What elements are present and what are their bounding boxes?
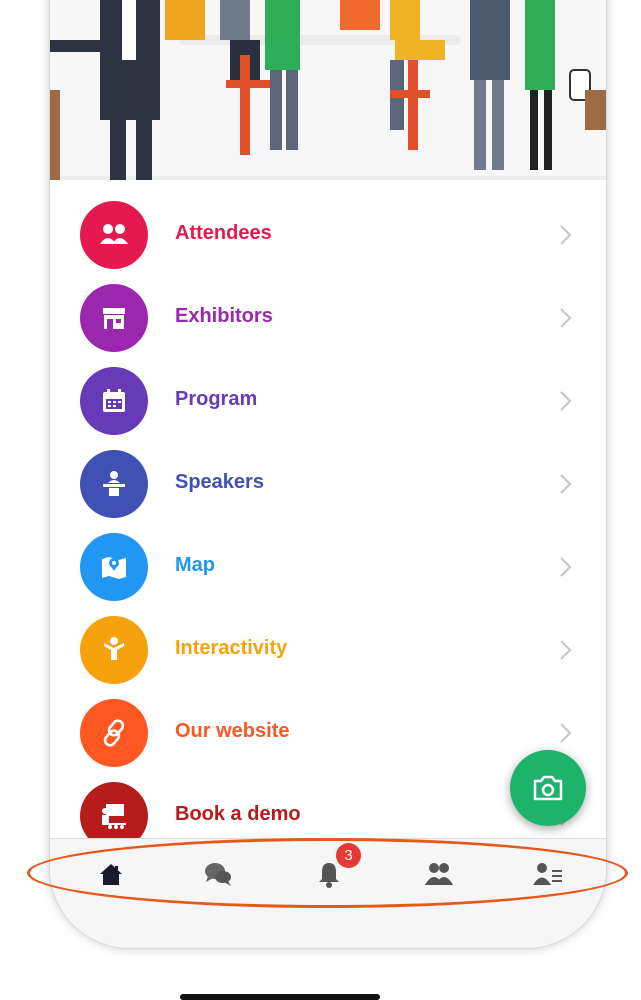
bell-icon xyxy=(319,863,339,888)
event-people-illustration xyxy=(50,0,606,180)
menu-item-label: Our website xyxy=(175,720,290,742)
menu-item-interactivity[interactable]: Interactivity xyxy=(50,609,606,692)
bottom-tab-bar: 3 xyxy=(50,838,606,948)
attendees-icon xyxy=(80,201,148,269)
tab-chat[interactable] xyxy=(201,857,235,891)
menu-item-exhibitors[interactable]: Exhibitors xyxy=(50,277,606,360)
camera-button[interactable] xyxy=(510,750,586,826)
menu-item-attendees[interactable]: Attendees xyxy=(50,194,606,277)
menu-item-label: Exhibitors xyxy=(175,305,273,327)
notification-count-badge: 3 xyxy=(336,843,361,868)
map-pin-icon xyxy=(80,533,148,601)
menu-item-label: Interactivity xyxy=(175,637,288,659)
phone-frame: Attendees Exhibitors Program Speakers Ma… xyxy=(50,0,606,948)
raised-hand-person-icon xyxy=(80,616,148,684)
chevron-right-icon xyxy=(560,474,572,494)
tab-profile[interactable] xyxy=(531,857,565,891)
chat-icon xyxy=(205,863,231,886)
menu-item-map[interactable]: Map xyxy=(50,526,606,609)
home-icon xyxy=(100,864,122,885)
profile-list-icon xyxy=(533,863,562,885)
calendar-icon xyxy=(80,367,148,435)
chevron-right-icon xyxy=(560,723,572,743)
menu-item-program[interactable]: Program xyxy=(50,360,606,443)
tab-attendees[interactable] xyxy=(422,857,456,891)
exhibitors-booth-icon xyxy=(80,284,148,352)
chevron-right-icon xyxy=(560,225,572,245)
chevron-right-icon xyxy=(560,640,572,660)
chevron-right-icon xyxy=(560,308,572,328)
camera-icon xyxy=(533,775,563,801)
menu-item-label: Map xyxy=(175,554,215,576)
app-screen: Attendees Exhibitors Program Speakers Ma… xyxy=(50,0,606,948)
hero-illustration xyxy=(50,0,606,180)
link-icon xyxy=(80,699,148,767)
people-icon xyxy=(425,863,453,885)
menu-item-label: Attendees xyxy=(175,222,272,244)
menu-item-label: Program xyxy=(175,388,258,410)
tab-home[interactable] xyxy=(94,857,128,891)
menu-item-label: Speakers xyxy=(175,471,264,493)
menu-item-label: Book a demo xyxy=(175,803,301,825)
home-indicator xyxy=(180,994,380,1000)
chevron-right-icon xyxy=(560,391,572,411)
menu-item-speakers[interactable]: Speakers xyxy=(50,443,606,526)
speaker-podium-icon xyxy=(80,450,148,518)
chevron-right-icon xyxy=(560,557,572,577)
